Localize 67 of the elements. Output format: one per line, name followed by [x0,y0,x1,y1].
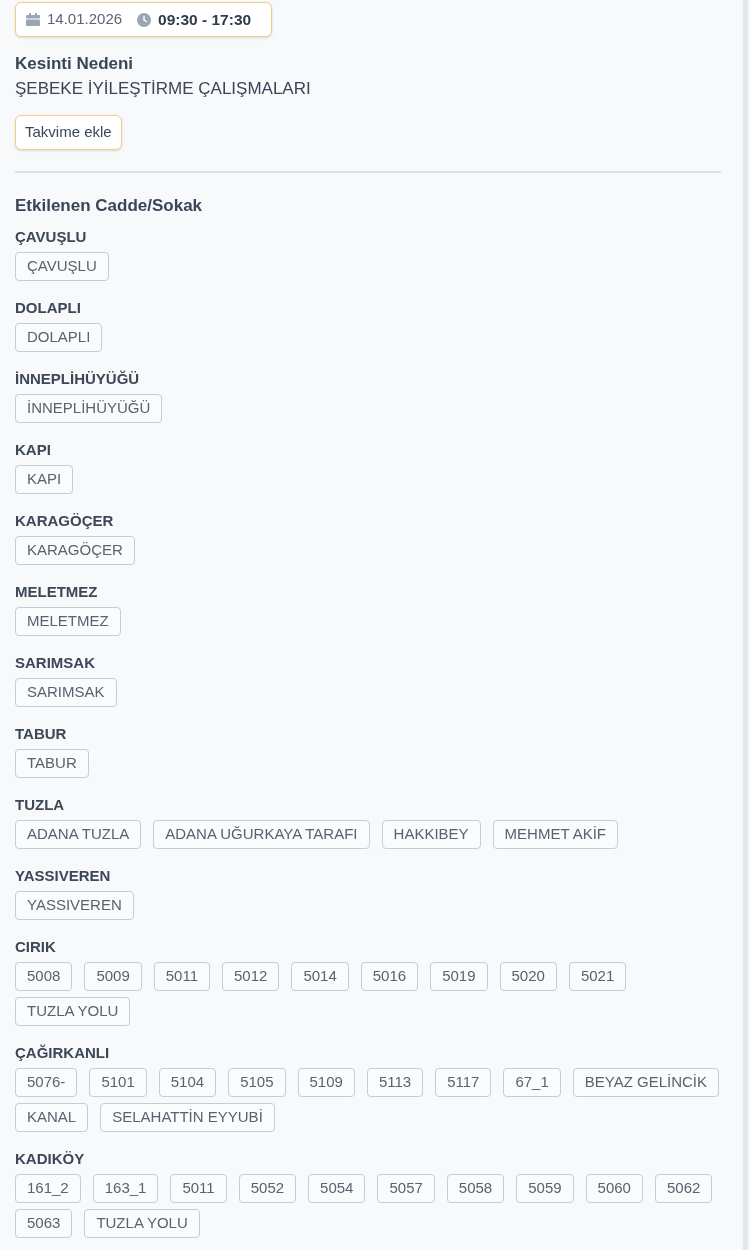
street-tag: KAPI [15,465,74,494]
group-heading: KADIKÖY [15,1150,86,1168]
street-tag: 5011 [170,1174,227,1203]
group-heading: ÇAVUŞLU [15,228,88,246]
street-tag: BEYAZ GELİNCİK [572,1068,720,1097]
street-tag: 5060 [585,1174,643,1203]
street-tag: MEHMET AKİF [492,820,618,849]
street-tag: 5062 [654,1174,713,1203]
street-tag: 5008 [15,962,73,991]
street-tag: ÇAVUŞLU [15,252,109,281]
street-tag: 5019 [430,962,488,991]
time-text: 09:30 - 17:30 [158,9,252,30]
street-tag: 5012 [222,962,280,991]
street-tag: SELAHATTİN EYYUBİ [100,1103,275,1132]
street-tag: 5020 [499,962,557,991]
street-tag: 5014 [291,962,349,991]
group-heading: ÇAĞIRKANLI [15,1044,111,1062]
clock-icon [137,12,152,27]
group-heading: CIRIK [15,938,57,956]
street-tag: 5059 [516,1174,574,1203]
group-heading: MELETMEZ [15,583,99,601]
add-to-calendar-button[interactable]: Takvime ekle [15,115,122,150]
street-tag: 5105 [228,1068,286,1097]
street-tag: HAKKIBEY [381,820,481,849]
street-tag: 5011 [153,962,210,991]
street-tag: 5054 [308,1174,366,1203]
group-heading: YASSIVEREN [15,867,112,885]
reason-label: Kesinti Nedeni [15,53,134,75]
street-tag: 161_2 [15,1174,81,1203]
group-heading: TUZLA [15,796,66,814]
street-tag: TABUR [15,749,89,778]
street-tag: 5104 [158,1068,217,1097]
street-tag: 5058 [446,1174,505,1203]
street-tag: TUZLA YOLU [15,997,131,1026]
group-heading: KAPI [15,441,52,459]
group-heading: DOLAPLI [15,299,82,317]
street-tag: 5101 [89,1068,147,1097]
street-tag: 5063 [15,1209,73,1238]
calendar-icon [26,13,40,26]
street-tag: KARAGÖÇER [15,536,135,565]
street-tag: İNNEPLİHÜYÜĞÜ [15,394,163,423]
section-title: Etkilenen Cadde/Sokak [15,195,203,217]
group-heading: SARIMSAK [15,654,96,672]
street-tag: 5009 [84,962,142,991]
street-tag: 163_1 [92,1174,159,1203]
street-tag: 67_1 [503,1068,561,1097]
group-heading: TABUR [15,725,68,743]
reason-text: ŞEBEKE İYİLEŞTİRME ÇALIŞMALARI [15,78,311,100]
street-tag: YASSIVEREN [15,891,134,920]
street-tag: MELETMEZ [15,607,121,636]
street-tag: 5109 [297,1068,355,1097]
street-tag: 5057 [377,1174,435,1203]
street-tag: 5113 [366,1068,424,1097]
group-heading: İNNEPLİHÜYÜĞÜ [15,370,141,388]
street-tag: 5016 [360,962,419,991]
street-tag: SARIMSAK [15,678,117,707]
street-tag: TUZLA YOLU [84,1209,200,1238]
street-tag: 5052 [238,1174,297,1203]
street-tag: 5021 [568,962,627,991]
street-tag: 5117 [435,1068,492,1097]
street-tag: KANAL [15,1103,89,1132]
street-tag: 5076- [15,1068,78,1097]
street-tag: ADANA UĞURKAYA TARAFI [153,820,370,849]
street-tag: DOLAPLI [15,323,103,352]
date-text: 14.01.2026 [47,9,123,30]
group-heading: KARAGÖÇER [15,512,115,530]
street-tag: ADANA TUZLA [15,820,142,849]
